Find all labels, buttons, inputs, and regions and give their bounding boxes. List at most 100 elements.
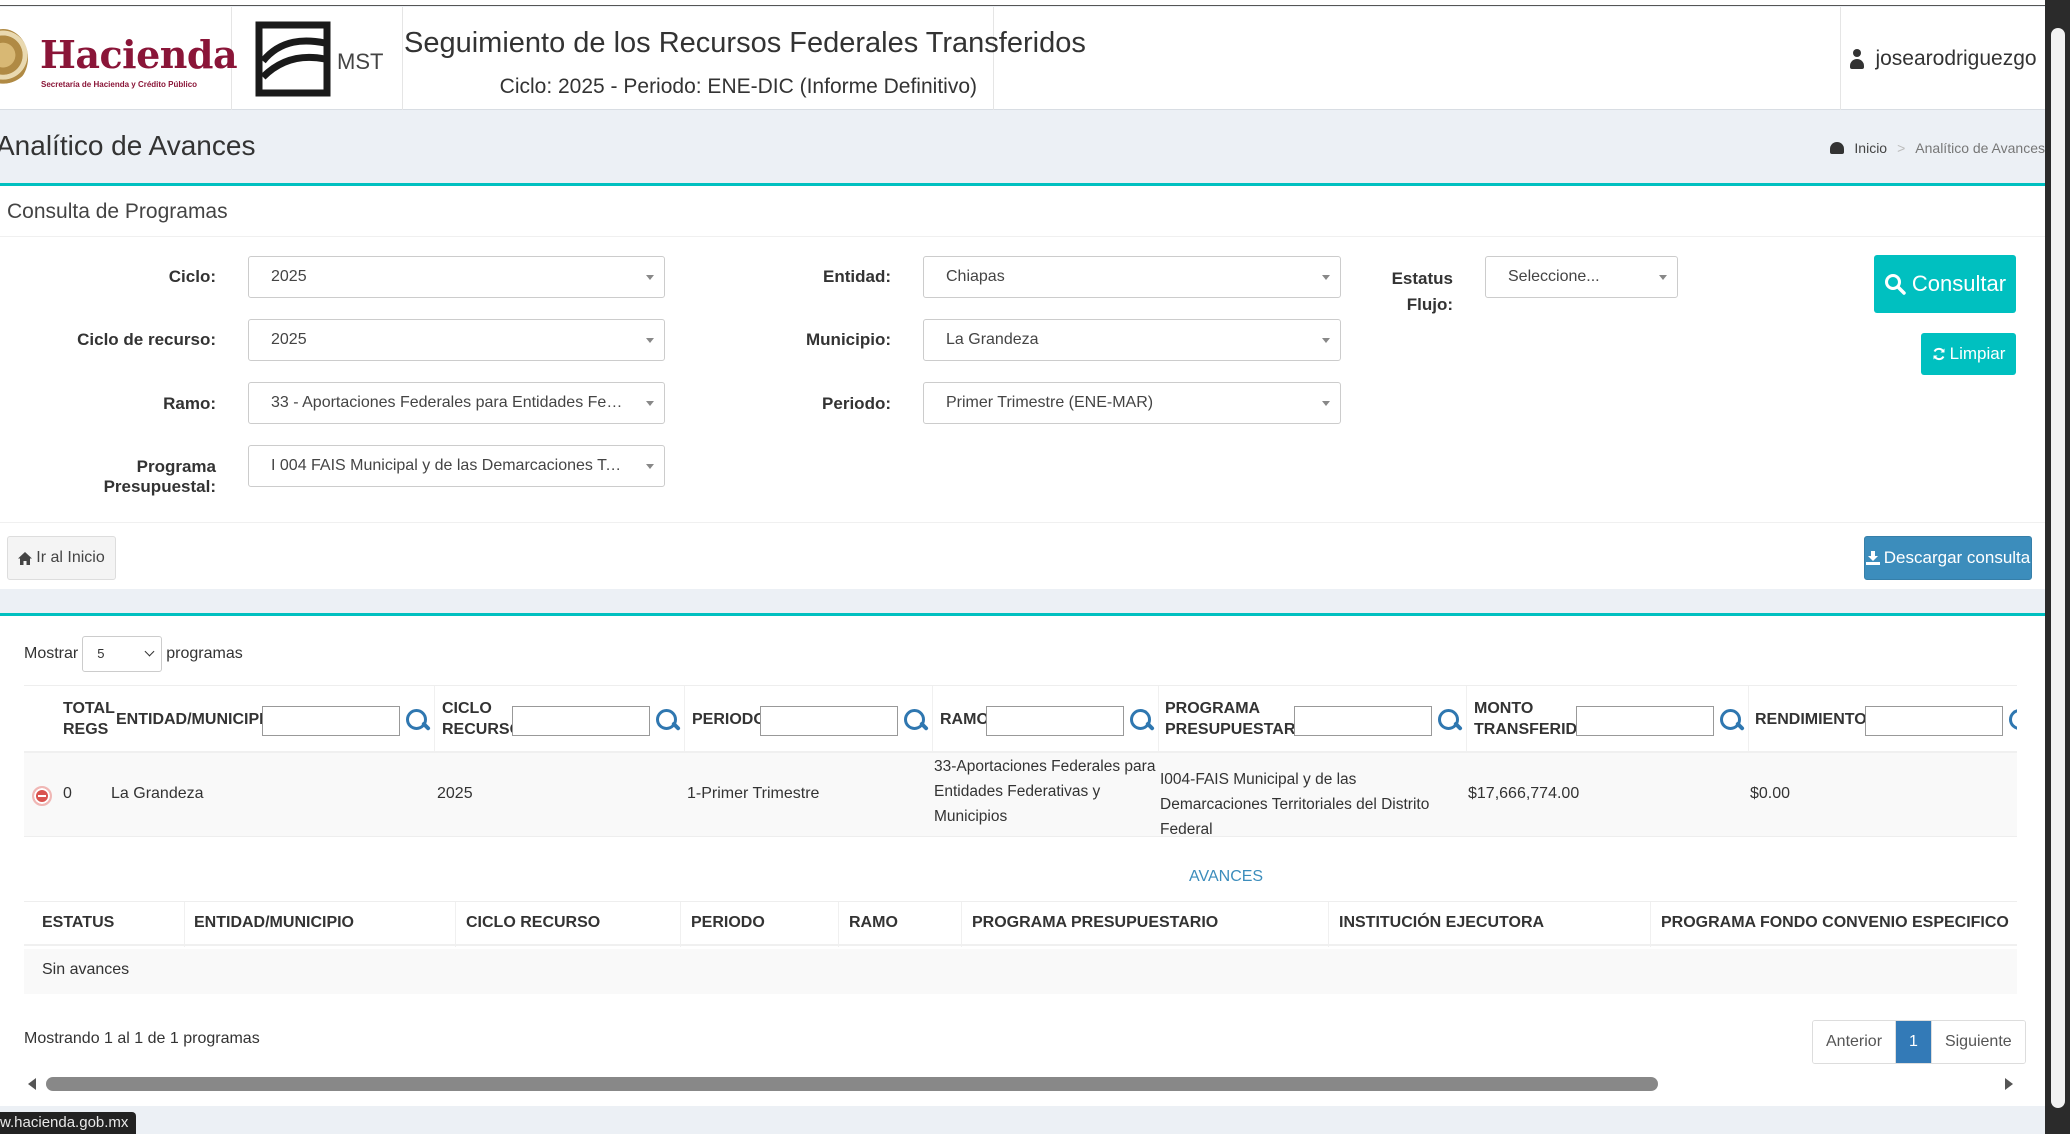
- cell-total: 0: [63, 785, 72, 802]
- avances-header-institucion: INSTITUCIÓN EJECUTORA: [1339, 914, 1545, 931]
- brand-name: Hacienda: [40, 32, 238, 77]
- estatus-flujo-select[interactable]: Seleccione...: [1485, 256, 1678, 298]
- scroll-left-icon[interactable]: [28, 1078, 36, 1090]
- monto-filter-input[interactable]: [1576, 706, 1714, 736]
- header-programa[interactable]: PROGRAMA PRESUPUESTARIO: [1165, 686, 1312, 754]
- search-icon[interactable]: [1128, 708, 1154, 734]
- programa-filter-input[interactable]: [1294, 706, 1432, 736]
- periodo-select[interactable]: Primer Trimestre (ENE-MAR): [923, 382, 1341, 424]
- periodo-filter-input[interactable]: [760, 706, 898, 736]
- municipio-select[interactable]: La Grandeza: [923, 319, 1341, 361]
- app-title-block: Seguimiento de los Recursos Federales Tr…: [404, 7, 1086, 110]
- search-icon[interactable]: [2007, 708, 2017, 734]
- avances-row: Sin avances: [24, 949, 2017, 994]
- collapse-row-icon[interactable]: [32, 786, 52, 806]
- pagination-prev[interactable]: Anterior: [1813, 1021, 1897, 1063]
- page-length-control: Mostrar 5 programas: [24, 636, 243, 672]
- consultar-label: Consultar: [1911, 271, 2007, 296]
- consultar-button[interactable]: Consultar: [1874, 255, 2016, 313]
- home-icon: [18, 551, 33, 565]
- header-text: PROGRAMA: [1165, 700, 1261, 718]
- avances-empty-message: Sin avances: [42, 961, 130, 978]
- caret-down-icon: [1659, 275, 1667, 280]
- limpiar-label: Limpiar: [1949, 344, 2006, 363]
- pagination-next[interactable]: Siguiente: [1931, 1021, 2025, 1063]
- search-icon[interactable]: [1718, 708, 1744, 734]
- search-icon[interactable]: [654, 708, 680, 734]
- header-periodo[interactable]: PERIODO: [692, 686, 766, 754]
- ciclo-label: Ciclo:: [168, 267, 216, 286]
- pagination: Anterior 1 Siguiente: [1812, 1020, 2026, 1064]
- chevron-down-icon: [144, 646, 155, 657]
- cell-periodo: 1-Primer Trimestre: [687, 785, 820, 802]
- header-entidad[interactable]: ENTIDAD/MUNICIPIO: [116, 686, 276, 754]
- programa-select[interactable]: I 004 FAIS Municipal y de las Demarcacio…: [248, 445, 665, 487]
- pagination-page-1[interactable]: 1: [1896, 1021, 1932, 1063]
- horizontal-scrollbar[interactable]: [24, 1074, 2017, 1094]
- search-icon[interactable]: [404, 708, 430, 734]
- caret-down-icon: [1322, 401, 1330, 406]
- header-ciclo-recurso[interactable]: CICLO RECURSO: [442, 686, 522, 754]
- header-rendimientos[interactable]: RENDIMIENTOS: [1755, 686, 1877, 754]
- column-separator: [1328, 902, 1329, 947]
- vertical-scrollbar-thumb[interactable]: [2051, 28, 2065, 1108]
- consulta-box: Consulta de Programas Ciclo: 2025 Ciclo …: [0, 183, 2045, 589]
- divider: [0, 236, 2045, 237]
- entidad-filter-input[interactable]: [262, 706, 400, 736]
- programa-value: I 004 FAIS Municipal y de las Demarcacio…: [271, 457, 664, 474]
- user-icon: [1849, 48, 1865, 69]
- vertical-scrollbar[interactable]: [2045, 0, 2070, 1134]
- user-menu[interactable]: josearodriguezgo: [1840, 7, 2045, 110]
- ramo-label: Ramo:: [163, 394, 216, 413]
- caret-down-icon: [646, 275, 654, 280]
- ciclo-recurso-label: Ciclo de recurso:: [77, 330, 216, 349]
- ciclo-filter-input[interactable]: [512, 706, 650, 736]
- mst-emblem-icon: [255, 21, 331, 97]
- browser-viewport: Hacienda Secretaría de Hacienda y Crédit…: [0, 0, 2045, 1134]
- refresh-icon: [1933, 347, 1945, 361]
- search-icon[interactable]: [902, 708, 928, 734]
- breadcrumb-current: Analítico de Avances: [1915, 140, 2045, 156]
- column-separator: [455, 902, 456, 947]
- consulta-title: Consulta de Programas: [7, 200, 228, 223]
- municipio-value: La Grandeza: [946, 331, 1039, 348]
- status-bar-url: w.hacienda.gob.mx: [0, 1112, 137, 1134]
- limpiar-button[interactable]: Limpiar: [1921, 333, 2016, 375]
- municipio-label: Municipio:: [806, 330, 891, 349]
- header-total-regs[interactable]: TOTAL REGS: [63, 686, 115, 754]
- rendimientos-filter-input[interactable]: [1865, 706, 2003, 736]
- header-text: TOTAL: [63, 700, 115, 718]
- ciclo-recurso-select[interactable]: 2025: [248, 319, 665, 361]
- dashboard-icon: [1830, 142, 1845, 154]
- ramo-filter-input[interactable]: [986, 706, 1124, 736]
- column-separator: [1158, 686, 1159, 754]
- mst-logo[interactable]: MST: [233, 7, 403, 110]
- programa-label: Programa Presupuestal:: [103, 457, 216, 496]
- header-ramo[interactable]: RAMO: [940, 686, 989, 754]
- header-text: PRESUPUESTARIO: [1165, 721, 1313, 738]
- avances-header-ciclo: CICLO RECURSO: [466, 914, 601, 931]
- table-row[interactable]: 0 La Grandeza 2025 1-Primer Trimestre 33…: [24, 753, 2017, 838]
- ir-al-inicio-label: Ir al Inicio: [36, 549, 105, 566]
- programas-label: programas: [166, 645, 243, 662]
- avances-header-programa: PROGRAMA PRESUPUESTARIO: [972, 914, 1219, 931]
- descargar-consulta-button[interactable]: Descargar consulta: [1864, 536, 2032, 580]
- hacienda-logo[interactable]: Hacienda Secretaría de Hacienda y Crédit…: [0, 7, 238, 110]
- ramo-select[interactable]: 33 - Aportaciones Federales para Entidad…: [248, 382, 665, 424]
- scroll-right-icon[interactable]: [2005, 1078, 2013, 1090]
- divider: [0, 522, 2045, 523]
- cell-rendimientos: $0.00: [1750, 785, 1791, 802]
- page-length-select[interactable]: 5: [82, 636, 163, 672]
- avances-table-header: ESTATUS ENTIDAD/MUNICIPIO CICLO RECURSO …: [24, 901, 2017, 947]
- national-seal-icon: [0, 29, 28, 87]
- caret-down-icon: [1322, 338, 1330, 343]
- ciclo-select[interactable]: 2025: [248, 256, 665, 298]
- avances-header-fondo: PROGRAMA FONDO CONVENIO ESPECIFICO: [1661, 914, 2009, 931]
- search-icon[interactable]: [1436, 708, 1462, 734]
- ir-al-inicio-button[interactable]: Ir al Inicio: [7, 536, 116, 580]
- scrollbar-thumb[interactable]: [46, 1077, 1658, 1091]
- header-monto[interactable]: MONTO TRANSFERIDO: [1474, 686, 1590, 754]
- entidad-select[interactable]: Chiapas: [923, 256, 1341, 298]
- column-separator: [184, 902, 185, 947]
- breadcrumb-home[interactable]: Inicio: [1854, 140, 1887, 156]
